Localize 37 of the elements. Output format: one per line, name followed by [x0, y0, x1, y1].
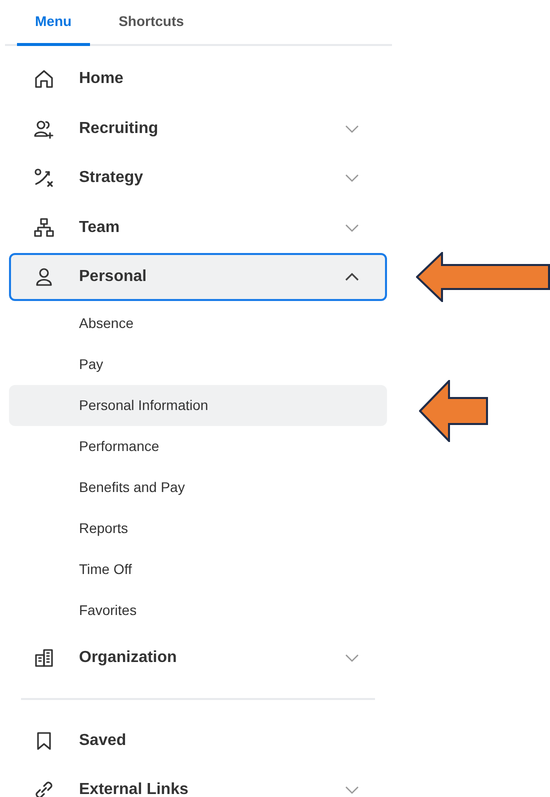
building-icon — [33, 646, 55, 668]
chevron-up-icon — [345, 273, 359, 281]
menu-item-label: Home — [79, 69, 124, 89]
submenu-item[interactable]: Benefits and Pay — [9, 466, 387, 508]
menu-item-label: Recruiting — [79, 118, 160, 138]
submenu-item[interactable]: Reports — [9, 508, 387, 548]
menu-item-label: Personal — [79, 267, 148, 287]
submenu-item[interactable]: Pay — [9, 344, 387, 384]
menu-item-label: Organization — [79, 648, 178, 668]
menu-item-label: External Links — [79, 780, 190, 797]
menu-item[interactable]: External Links — [9, 766, 387, 797]
menu-tab[interactable]: Shortcuts — [100, 0, 202, 46]
route-icon — [33, 167, 55, 189]
menu-item[interactable]: Strategy — [9, 154, 387, 202]
submenu-item[interactable]: Time Off — [9, 548, 387, 590]
chevron-down-icon — [345, 224, 359, 232]
menu-item-label: Strategy — [79, 168, 144, 188]
submenu-item[interactable]: Absence — [9, 302, 387, 344]
menu-item[interactable]: Saved — [9, 716, 387, 764]
submenu-item[interactable]: Favorites — [9, 590, 387, 630]
chevron-down-icon — [345, 654, 359, 662]
menu-item-label: Team — [79, 218, 121, 238]
submenu-item[interactable]: Performance — [9, 426, 387, 466]
hierarchy-icon — [33, 216, 55, 238]
menu-item[interactable]: Organization — [9, 634, 387, 682]
menu-item[interactable]: Recruiting — [9, 104, 387, 152]
person-icon — [33, 266, 55, 288]
chevron-down-icon — [345, 124, 359, 132]
people-add-icon — [33, 118, 55, 140]
menu-item[interactable]: Team — [9, 204, 387, 252]
menu-item[interactable]: Home — [9, 55, 387, 103]
menu-item-label: Saved — [79, 730, 128, 750]
house-icon — [33, 68, 55, 90]
chevron-down-icon — [345, 174, 359, 182]
menu-tab[interactable]: Menu — [17, 0, 90, 46]
chevron-down-icon — [345, 786, 359, 794]
link-icon — [33, 779, 55, 797]
